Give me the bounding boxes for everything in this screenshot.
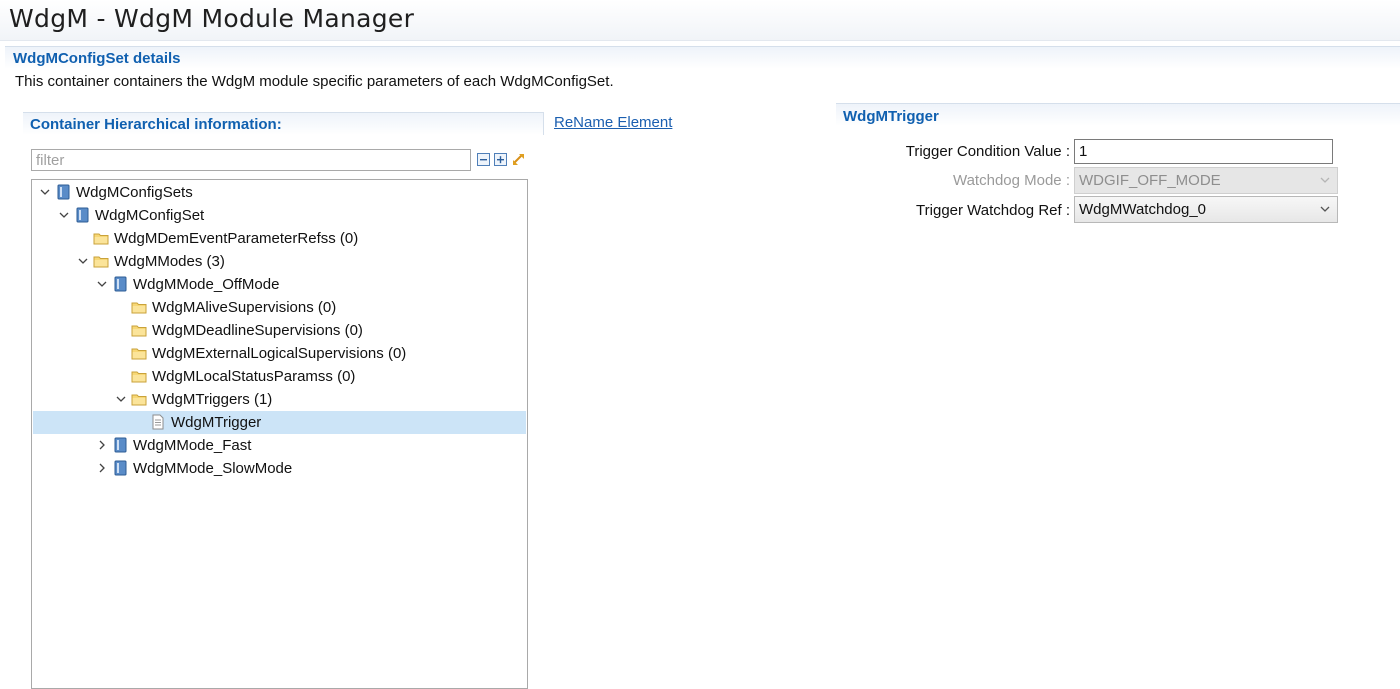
chevron-right-icon[interactable] <box>96 438 108 452</box>
tree-item[interactable]: WdgMMode_OffMode <box>33 273 526 296</box>
folder-icon <box>131 325 147 337</box>
section-header-bar <box>5 46 1400 69</box>
container-icon <box>57 184 70 200</box>
tree-item-label: WdgMTriggers (1) <box>152 391 273 408</box>
tree-item[interactable]: WdgMAliveSupervisions (0) <box>33 296 526 319</box>
tree-item-label: WdgMConfigSet <box>95 207 205 224</box>
rename-element-link[interactable]: ReName Element <box>554 114 672 131</box>
section-description: This container containers the WdgM modul… <box>15 73 614 90</box>
tree-item-label: WdgMDemEventParameterRefss (0) <box>114 230 359 247</box>
chevron-down-icon[interactable] <box>96 277 108 291</box>
tree-item[interactable]: WdgMConfigSet <box>33 204 526 227</box>
watchdog-mode-select: WDGIF_OFF_MODE <box>1074 167 1338 194</box>
container-tree[interactable]: WdgMConfigSets WdgMConfigSet WdgMDemEventP… <box>31 179 528 689</box>
folder-icon <box>131 302 147 314</box>
tree-item[interactable]: WdgMLocalStatusParamss (0) <box>33 365 526 388</box>
trigger-condition-input[interactable] <box>1074 139 1333 164</box>
folder-icon <box>131 371 147 383</box>
chevron-down-icon <box>1320 177 1330 183</box>
filter-input[interactable] <box>31 149 471 171</box>
tree-item[interactable]: WdgMMode_Fast <box>33 434 526 457</box>
watchdog-mode-value: WDGIF_OFF_MODE <box>1079 172 1221 189</box>
tree-item-label: WdgMModes (3) <box>114 253 225 270</box>
tree-item-label: WdgMMode_OffMode <box>133 276 280 293</box>
expand-all-icon[interactable] <box>494 153 507 166</box>
window-title: WdgM - WdgM Module Manager <box>9 4 415 33</box>
document-icon <box>152 414 164 430</box>
trigger-condition-label: Trigger Condition Value : <box>905 143 1070 160</box>
chevron-down-icon[interactable] <box>58 208 70 222</box>
tree-item-label: WdgMExternalLogicalSupervisions (0) <box>152 345 407 362</box>
folder-icon <box>131 394 147 406</box>
container-icon <box>114 276 127 292</box>
tree-item[interactable]: WdgMTriggers (1) <box>33 388 526 411</box>
collapse-all-icon[interactable] <box>477 153 490 166</box>
sync-icon[interactable] <box>511 152 526 167</box>
tree-item[interactable]: WdgMDeadlineSupervisions (0) <box>33 319 526 342</box>
trigger-watchdog-ref-select[interactable]: WdgMWatchdog_0 <box>1074 196 1338 223</box>
chevron-down-icon[interactable] <box>115 392 127 406</box>
trigger-panel-title: WdgMTrigger <box>843 108 939 125</box>
tree-item-label: WdgMConfigSets <box>76 184 193 201</box>
chevron-down-icon[interactable] <box>77 254 89 268</box>
folder-icon <box>131 348 147 360</box>
trigger-watchdog-ref-value: WdgMWatchdog_0 <box>1079 201 1207 218</box>
container-icon <box>76 207 89 223</box>
tree-item[interactable]: WdgMExternalLogicalSupervisions (0) <box>33 342 526 365</box>
tree-item-label: WdgMAliveSupervisions (0) <box>152 299 337 316</box>
chevron-down-icon[interactable] <box>1320 205 1330 213</box>
tree-item-label: WdgMLocalStatusParamss (0) <box>152 368 356 385</box>
tree-item[interactable]: WdgMTrigger <box>33 411 526 434</box>
watchdog-mode-label: Watchdog Mode : <box>952 172 1070 189</box>
container-icon <box>114 437 127 453</box>
section-title: WdgMConfigSet details <box>13 50 181 67</box>
container-icon <box>114 460 127 476</box>
tree-item-label: WdgMMode_SlowMode <box>133 460 293 477</box>
tree-item[interactable]: WdgMConfigSets <box>33 181 526 204</box>
tree-item-label: WdgMTrigger <box>171 414 262 431</box>
folder-icon <box>93 256 109 268</box>
tree-item-label: WdgMDeadlineSupervisions (0) <box>152 322 363 339</box>
tree-item-label: WdgMMode_Fast <box>133 437 252 454</box>
folder-icon <box>93 233 109 245</box>
title-bar: WdgM - WdgM Module Manager <box>0 0 1400 41</box>
tree-item[interactable]: WdgMMode_SlowMode <box>33 457 526 480</box>
tree-item[interactable]: WdgMDemEventParameterRefss (0) <box>33 227 526 250</box>
hierarchy-title: Container Hierarchical information: <box>30 116 282 133</box>
chevron-down-icon[interactable] <box>39 185 51 199</box>
trigger-watchdog-ref-label: Trigger Watchdog Ref : <box>916 202 1070 219</box>
tree-item[interactable]: WdgMModes (3) <box>33 250 526 273</box>
chevron-right-icon[interactable] <box>96 461 108 475</box>
